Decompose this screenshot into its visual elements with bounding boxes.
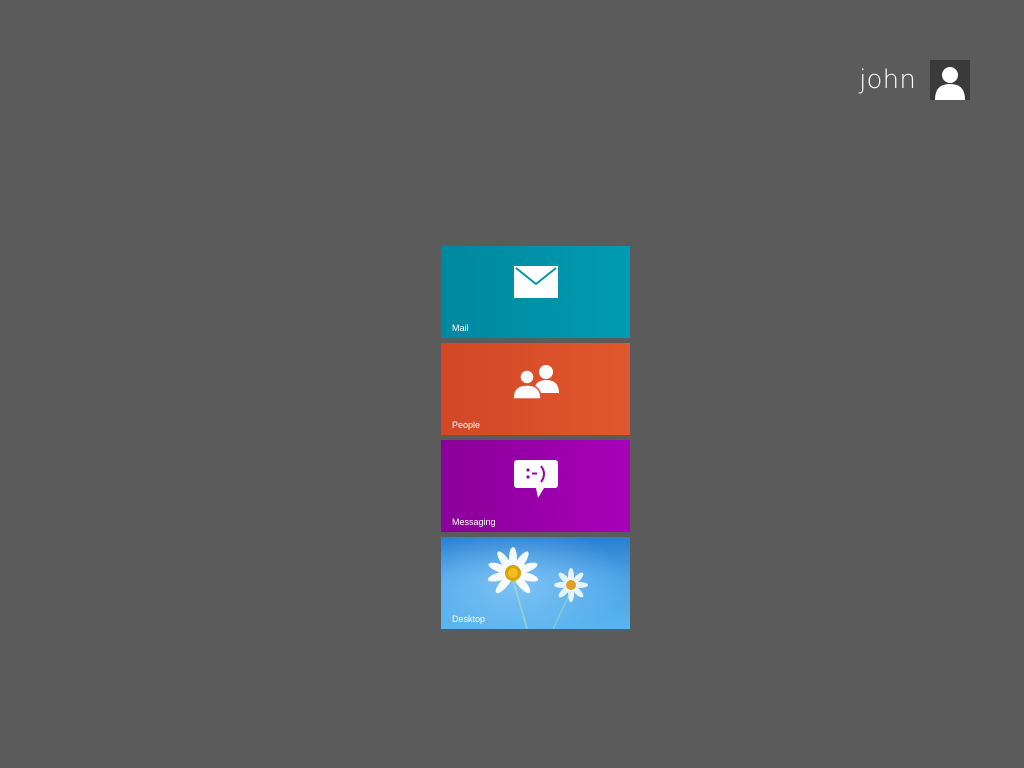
desktop-tile[interactable]: Desktop [441,537,630,629]
mail-envelope-icon [513,266,558,303]
user-name: john [859,65,916,95]
mail-tile[interactable]: Mail [441,246,630,338]
messaging-tile-label: Messaging [452,517,496,527]
people-icon [511,363,560,404]
mail-tile-label: Mail [452,323,469,333]
messaging-tile[interactable]: Messaging [441,440,630,532]
people-tile-label: People [452,420,481,430]
user-account[interactable]: john [859,60,970,100]
user-avatar-icon[interactable] [930,60,970,100]
people-tile[interactable]: People [441,343,630,435]
desktop-tile-label: Desktop [452,614,486,624]
start-screen: john Mail People Messaging Desktop [0,0,1024,768]
chat-bubble-icon [513,460,558,503]
tile-group: Mail People Messaging Desktop [441,246,630,629]
